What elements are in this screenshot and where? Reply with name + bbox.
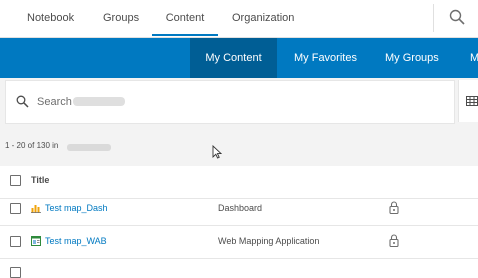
subtab-overflow[interactable]: M	[470, 38, 478, 78]
subtab-my-content[interactable]: My Content	[190, 38, 277, 78]
column-header-title[interactable]: Title	[31, 175, 49, 185]
tab-organization[interactable]: Organization	[232, 0, 294, 36]
tab-groups[interactable]: Groups	[103, 0, 139, 36]
table-view-icon[interactable]	[466, 96, 478, 106]
item-type: Web Mapping Application	[218, 236, 320, 246]
subtab-my-groups[interactable]: My Groups	[385, 38, 439, 78]
row-checkbox[interactable]	[10, 236, 21, 247]
content-subnav: My Content My Favorites My Groups M	[0, 38, 478, 78]
row-checkbox[interactable]	[10, 203, 21, 214]
nav-divider	[433, 4, 434, 32]
redacted-text	[67, 144, 111, 151]
search-icon	[16, 95, 29, 108]
dashboard-icon	[31, 205, 41, 213]
cursor-icon	[212, 145, 222, 159]
table-row-partial[interactable]	[0, 259, 478, 278]
tab-content[interactable]: Content	[152, 0, 218, 36]
top-nav: Notebook Groups Content Organization	[0, 0, 478, 38]
table-row[interactable]: Test map_Dash Dashboard	[0, 193, 478, 226]
select-all-checkbox[interactable]	[10, 175, 21, 186]
results-table: Title Test map_Dash Dashboard Test map_W…	[0, 166, 478, 278]
redacted-text	[73, 97, 125, 106]
item-title-link[interactable]: Test map_Dash	[45, 203, 108, 213]
private-lock-icon	[389, 201, 399, 214]
private-lock-icon	[389, 234, 399, 247]
web-app-icon	[31, 236, 41, 246]
subtab-my-favorites[interactable]: My Favorites	[294, 38, 357, 78]
search-icon[interactable]	[449, 9, 465, 25]
table-row[interactable]: Test map_WAB Web Mapping Application	[0, 226, 478, 259]
search-input[interactable]: Search	[37, 81, 72, 123]
search-box[interactable]: Search	[5, 80, 455, 124]
item-type: Dashboard	[218, 203, 263, 213]
result-count: 1 - 20 of 130 in	[5, 141, 59, 150]
item-title-link[interactable]: Test map_WAB	[45, 236, 107, 246]
tab-notebook[interactable]: Notebook	[27, 0, 74, 36]
